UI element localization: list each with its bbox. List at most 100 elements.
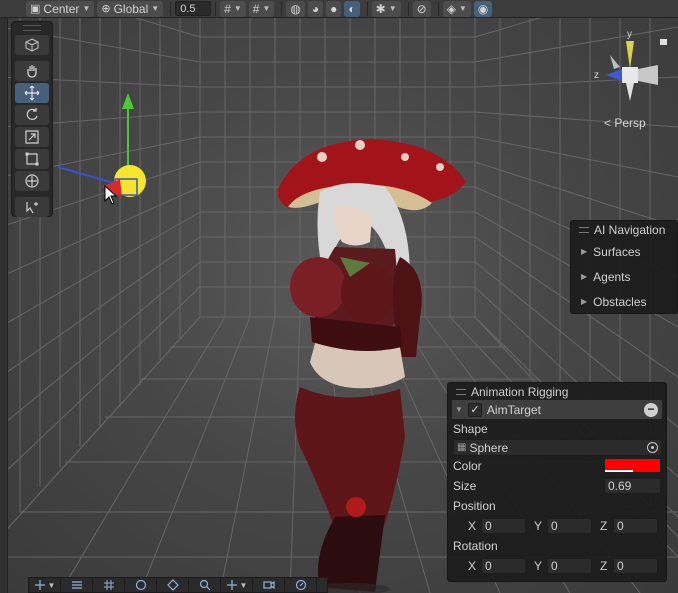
2d-toggle-button[interactable]: ⊘	[412, 0, 431, 17]
tool-settings-button[interactable]: ▼	[29, 578, 61, 592]
animation-rigging-overlay: Animation Rigging ▼ ✓ AimTarget − Shape …	[447, 382, 667, 582]
size-row: Size 0.69	[448, 476, 666, 496]
component-name: AimTarget	[486, 402, 541, 417]
color-label: Color	[453, 459, 482, 473]
gizmo-neg-x-axis[interactable]	[638, 65, 658, 85]
scale-tool[interactable]	[15, 127, 49, 147]
moon-icon	[135, 579, 146, 591]
eye-icon: ◉	[477, 1, 489, 16]
custom-tool[interactable]	[15, 197, 49, 217]
size-field[interactable]: 0.69	[604, 478, 661, 494]
position-x-field[interactable]: 0	[481, 518, 526, 534]
axis-y-label[interactable]: Y	[534, 519, 547, 533]
sliders-icon	[71, 581, 82, 589]
orientation-button[interactable]	[125, 578, 157, 592]
pivot-mode-dropdown[interactable]: ▣ Center ▼	[26, 0, 95, 17]
drag-handle-icon[interactable]	[456, 388, 466, 395]
grid-icon	[103, 580, 114, 590]
position-label: Position	[453, 499, 496, 513]
position-z-field[interactable]: 0	[613, 518, 658, 534]
grid-snapping-button[interactable]	[93, 578, 125, 592]
scene-effects-dropdown[interactable]: ◈ ▼	[442, 0, 471, 17]
ai-navigation-header[interactable]: AI Navigation	[571, 221, 677, 239]
snap-settings-button[interactable]: ▼	[221, 578, 253, 592]
ai-nav-item-label: Surfaces	[593, 244, 641, 259]
drag-handle-icon[interactable]	[579, 227, 589, 233]
chevron-down-icon: ▼	[458, 4, 467, 13]
grid-snap-toggle[interactable]: # ▼	[220, 0, 246, 17]
remove-component-icon[interactable]: −	[644, 402, 658, 417]
wireframe-shading-button[interactable]: ◍	[286, 0, 305, 17]
cube-view-tool[interactable]	[15, 35, 49, 55]
expand-arrow-icon: ▶	[581, 247, 588, 256]
navigation-button[interactable]	[285, 578, 317, 592]
left-edge-strip	[0, 18, 8, 593]
shape-field[interactable]: ▦ Sphere	[453, 439, 662, 456]
gizmo-y-label: y	[627, 29, 632, 40]
camera-button[interactable]	[253, 578, 285, 592]
scene-visibility-toggle[interactable]: ◉	[473, 0, 493, 17]
rotation-x-field[interactable]: 0	[481, 558, 526, 574]
color-swatch[interactable]	[604, 458, 661, 473]
grid-icon: #	[252, 1, 260, 16]
rotate-icon	[26, 108, 38, 120]
chevron-down-icon: ▼	[388, 4, 397, 13]
shaded-wireframe-button[interactable]: ◕	[307, 0, 324, 17]
projection-label[interactable]: < Persp	[604, 116, 646, 130]
ai-nav-item-obstacles[interactable]: ▶ Obstacles	[571, 289, 677, 314]
unlit-shading-button[interactable]: ●	[326, 0, 342, 17]
grid-visibility-toggle[interactable]: # ▼	[248, 0, 275, 17]
rotation-y-field[interactable]: 0	[547, 558, 592, 574]
palette-grip[interactable]	[23, 25, 41, 31]
ai-nav-item-surfaces[interactable]: ▶ Surfaces	[571, 239, 677, 264]
mouse-cursor-icon	[104, 185, 118, 205]
move-handle-gizmo[interactable]	[40, 87, 200, 217]
search-button[interactable]	[189, 578, 221, 592]
grid-snap-field[interactable]: 0.5	[175, 1, 212, 16]
gizmo-y-axis[interactable]	[626, 41, 634, 69]
lit-shading-button[interactable]: ◐	[344, 0, 360, 17]
pivot-rotation-label: Global	[113, 1, 149, 16]
ai-navigation-overlay: AI Navigation ▶ Surfaces ▶ Agents ▶ Obst…	[570, 220, 678, 314]
2d-crossed-icon: ⊘	[416, 1, 427, 16]
view-tool[interactable]	[15, 61, 49, 81]
axis-x-label[interactable]: X	[468, 559, 481, 573]
axis-y-label[interactable]: Y	[534, 559, 547, 573]
rect-transform-icon	[25, 152, 39, 166]
lock-icon[interactable]	[660, 39, 667, 45]
chevron-down-icon: ▼	[47, 580, 56, 590]
rotate-tool[interactable]	[15, 105, 49, 125]
gizmo-neg-y-axis[interactable]	[626, 83, 634, 101]
hand-icon	[27, 65, 37, 78]
grid-snap-value: 0.5	[180, 2, 196, 15]
component-header[interactable]: ▼ ✓ AimTarget −	[452, 400, 662, 419]
rotation-z-field[interactable]: 0	[613, 558, 658, 574]
move-arrows-icon	[226, 580, 237, 590]
animation-rigging-header[interactable]: Animation Rigging	[448, 383, 666, 400]
object-picker-icon[interactable]	[647, 442, 658, 453]
pivot-rotation-dropdown[interactable]: ⊕ Global ▼	[97, 0, 164, 17]
ai-nav-item-agents[interactable]: ▶ Agents	[571, 264, 677, 289]
tool-handles-button[interactable]	[61, 578, 93, 592]
foldout-arrow-icon[interactable]: ▼	[455, 405, 463, 414]
gizmo-center-cube[interactable]	[622, 67, 638, 83]
position-y-field[interactable]: 0	[547, 518, 592, 534]
gizmo-z-axis[interactable]	[606, 69, 622, 81]
debug-draw-dropdown[interactable]: ✱ ▼	[371, 0, 401, 17]
mesh-icon: ▦	[457, 442, 467, 453]
position-vector: X 0 Y 0 Z 0	[448, 516, 666, 536]
expand-arrow-icon: ▶	[581, 297, 588, 306]
diamond-grid-icon	[166, 579, 179, 591]
transform-tool[interactable]	[15, 171, 49, 191]
axis-x-label[interactable]: X	[468, 519, 481, 533]
component-enabled-checkbox[interactable]: ✓	[467, 402, 482, 417]
rect-tool[interactable]	[15, 149, 49, 169]
shape-value: Sphere	[469, 440, 509, 455]
axis-z-label[interactable]: Z	[600, 559, 613, 573]
move-tool[interactable]	[15, 83, 49, 103]
toolbar-divider	[170, 1, 172, 16]
pivot-settings-button[interactable]	[157, 578, 189, 592]
gizmo-neg-z-axis[interactable]	[610, 55, 620, 69]
axis-z-label[interactable]: Z	[600, 519, 613, 533]
shaded-wire-sphere-icon: ◕	[311, 1, 320, 16]
